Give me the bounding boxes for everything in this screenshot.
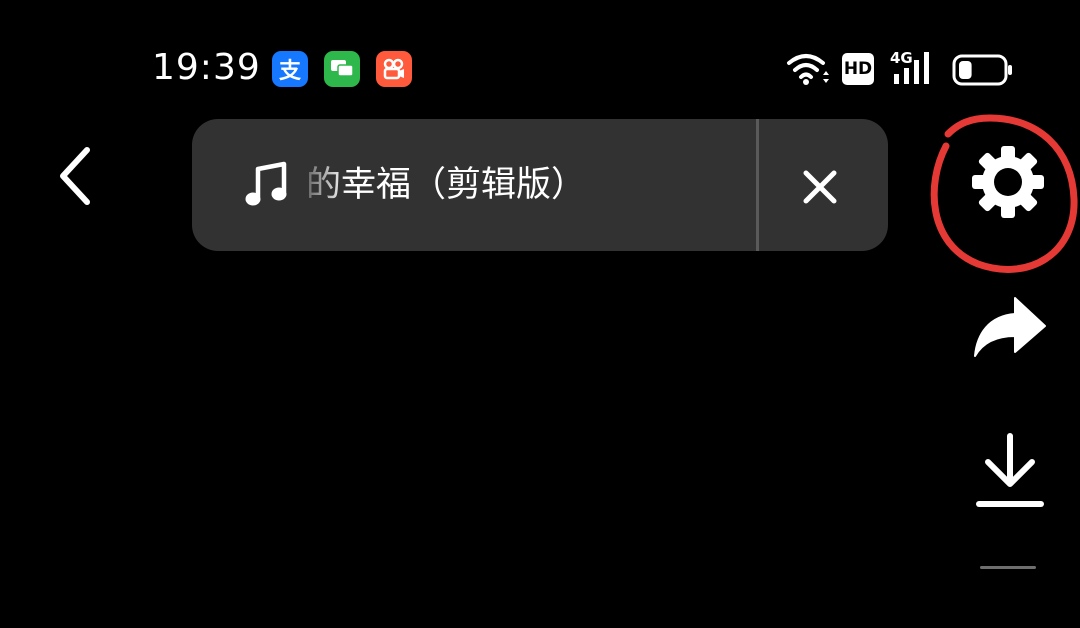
music-note-icon (245, 161, 287, 206)
alipay-glyph: 支 (278, 59, 301, 84)
gear-icon (972, 146, 1044, 218)
chevron-left-icon (60, 147, 90, 205)
scroll-handle[interactable] (980, 566, 1036, 569)
back-button[interactable] (40, 138, 110, 214)
download-icon (976, 433, 1044, 507)
music-title-marquee: 的幸福（剪辑版） (306, 155, 746, 215)
camera-glyph (383, 58, 404, 80)
settings-button[interactable] (960, 140, 1056, 224)
share-button[interactable] (962, 288, 1056, 364)
alipay-icon: 支 (272, 51, 308, 87)
hd-badge-text: HD (843, 59, 873, 79)
close-music-button[interactable] (788, 155, 852, 219)
music-bar[interactable]: 的幸福（剪辑版） (192, 119, 888, 251)
kuaishou-icon (376, 51, 412, 87)
status-time: 19:39 (152, 47, 261, 88)
music-bar-divider (756, 119, 759, 251)
cellular-signal: 4G (890, 50, 938, 88)
chat-bubbles-glyph (331, 60, 354, 77)
music-title: 的幸福（剪辑版） (306, 165, 587, 205)
messages-icon (324, 51, 360, 87)
wifi-icon (787, 54, 829, 85)
share-arrow-icon (974, 297, 1046, 357)
signal-bars-icon (894, 52, 929, 84)
download-button[interactable] (966, 428, 1054, 516)
battery-icon (952, 54, 1012, 86)
hd-badge: HD (842, 53, 874, 85)
close-icon (803, 170, 837, 204)
